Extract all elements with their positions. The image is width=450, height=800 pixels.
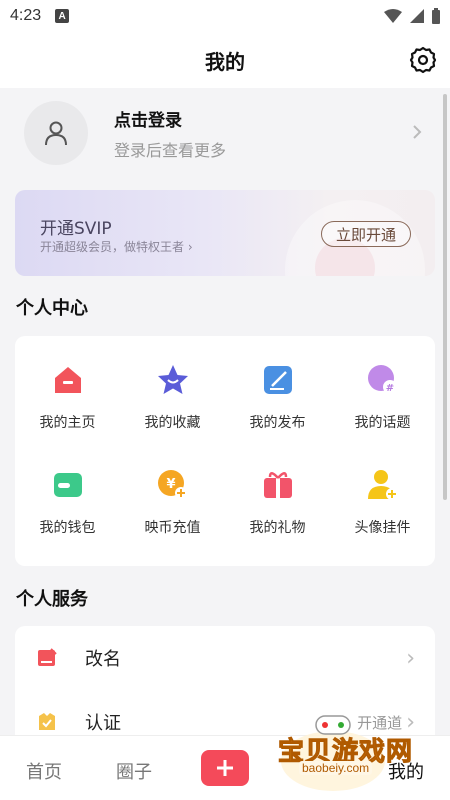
topic-icon: # bbox=[367, 365, 397, 394]
grid-item-label: 我的礼物 bbox=[249, 520, 306, 536]
add-post-button[interactable] bbox=[201, 750, 249, 786]
gift-icon bbox=[263, 472, 292, 498]
user-icon bbox=[45, 121, 67, 146]
svip-subtitle: 开通超级会员，做特权王者 › bbox=[40, 238, 193, 255]
chevron-right-icon: › bbox=[406, 645, 415, 671]
grid-item-posts[interactable]: 我的发布 bbox=[225, 362, 330, 467]
grid-item-label: 我的话题 bbox=[354, 415, 411, 431]
certify-icon bbox=[39, 713, 55, 730]
grid-item-label: 我的钱包 bbox=[39, 520, 96, 536]
login-row[interactable]: 点击登录 登录后查看更多 bbox=[0, 90, 450, 176]
battery-icon bbox=[432, 8, 440, 24]
login-subtitle: 登录后查看更多 bbox=[114, 140, 227, 160]
grid-item-topics[interactable]: # 我的话题 bbox=[330, 362, 435, 467]
grid-item-label: 我的主页 bbox=[39, 415, 96, 431]
wallet-icon bbox=[53, 473, 82, 497]
avatar[interactable] bbox=[24, 101, 88, 165]
page-title: 我的 bbox=[205, 49, 245, 74]
svip-subtitle-text: 开通超级会员，做特权王者 bbox=[40, 240, 185, 254]
personal-service-title: 个人服务 bbox=[16, 589, 88, 610]
grid-item-favorites[interactable]: 我的收藏 bbox=[120, 362, 225, 467]
svg-text:¥: ¥ bbox=[166, 477, 175, 492]
svip-title: 开通SVIP bbox=[40, 219, 112, 239]
notification-a-icon: A bbox=[55, 9, 70, 23]
signal-icon bbox=[410, 9, 424, 23]
chevron-right-icon bbox=[413, 125, 422, 139]
home-icon bbox=[54, 367, 81, 393]
wifi-icon bbox=[384, 9, 402, 23]
tab-circle[interactable]: 圈子 bbox=[116, 758, 152, 784]
grid-item-label: 映币充值 bbox=[144, 520, 201, 536]
service-row-rename[interactable]: 改名 › bbox=[15, 626, 435, 690]
grid-item-wallet[interactable]: 我的钱包 bbox=[15, 467, 120, 572]
svip-open-button[interactable]: 立即开通 bbox=[321, 221, 411, 247]
svg-text:#: # bbox=[385, 383, 393, 394]
rename-icon bbox=[38, 648, 57, 666]
status-time: 4:23 bbox=[10, 7, 42, 24]
grid-item-homepage[interactable]: 我的主页 bbox=[15, 362, 120, 467]
plus-icon bbox=[217, 760, 233, 776]
edit-icon bbox=[263, 366, 292, 394]
personal-center-title: 个人中心 bbox=[16, 298, 88, 319]
tab-home[interactable]: 首页 bbox=[26, 758, 62, 784]
service-label: 认证 bbox=[85, 713, 121, 734]
grid-item-label: 我的发布 bbox=[249, 415, 306, 431]
grid-item-gifts[interactable]: 我的礼物 bbox=[225, 467, 330, 572]
grid-item-label: 我的收藏 bbox=[144, 415, 201, 431]
coin-recharge-icon: ¥ bbox=[157, 470, 187, 499]
avatar-pendant-icon bbox=[367, 470, 398, 500]
grid-item-avatar-pendant[interactable]: 头像挂件 bbox=[330, 467, 435, 572]
personal-center-card: 我的主页 我的收藏 我的发布 # 我的话题 我的钱包 ¥ 映币充值 我的礼物 头… bbox=[15, 336, 435, 566]
gear-icon[interactable] bbox=[408, 45, 438, 75]
svip-banner[interactable]: 开通SVIP 开通超级会员，做特权王者 › 立即开通 bbox=[15, 190, 435, 276]
service-label: 改名 bbox=[85, 649, 121, 670]
status-bar: 4:23 A bbox=[0, 0, 450, 32]
chevron-right-icon: › bbox=[187, 240, 193, 254]
login-title[interactable]: 点击登录 bbox=[114, 106, 226, 131]
grid-item-label: 头像挂件 bbox=[354, 520, 411, 536]
grid-item-coin-recharge[interactable]: ¥ 映币充值 bbox=[120, 467, 225, 572]
page-header: 我的 bbox=[0, 32, 450, 88]
star-icon bbox=[157, 365, 188, 394]
watermark-url: baobeiy.com bbox=[299, 761, 373, 775]
